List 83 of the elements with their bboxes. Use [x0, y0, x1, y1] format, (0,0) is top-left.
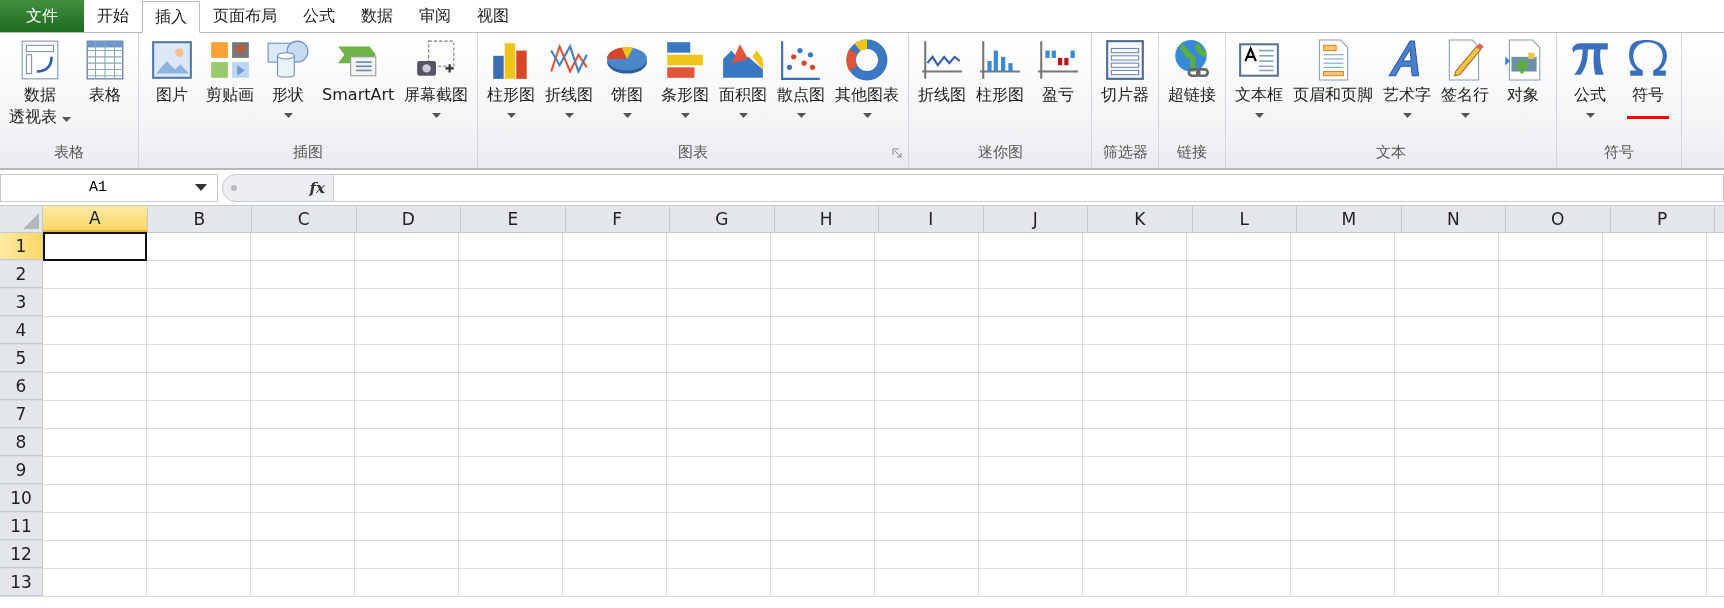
donut-chart-icon: [845, 38, 890, 82]
column-header[interactable]: P: [1610, 206, 1715, 232]
ribbon-button[interactable]: 超链接: [1163, 33, 1222, 143]
group-label: 迷你图: [977, 143, 1023, 162]
dropdown-caret-icon[interactable]: [195, 184, 207, 191]
group-label: 插图: [293, 143, 324, 162]
ribbon-button[interactable]: 对象: [1494, 33, 1553, 143]
ribbon-button[interactable]: 屏幕截图: [399, 33, 474, 143]
ribbon-button[interactable]: 切片器: [1096, 33, 1155, 143]
ribbon-button[interactable]: 文本框: [1230, 33, 1289, 143]
column-sparkline-icon: [978, 38, 1023, 82]
column-header[interactable]: B: [147, 206, 252, 232]
row-header[interactable]: 11: [0, 513, 43, 540]
row-header[interactable]: 7: [0, 401, 43, 428]
ribbon-tab[interactable]: 页面布局: [200, 1, 290, 32]
row-header[interactable]: 9: [0, 457, 43, 484]
group-label: 筛选器: [1102, 143, 1148, 162]
column-header[interactable]: D: [356, 206, 461, 232]
group-label: 表格: [54, 143, 85, 162]
ribbon-button[interactable]: 剪贴画: [201, 33, 260, 143]
ribbon-button[interactable]: 符号: [1619, 33, 1678, 143]
ribbon-button[interactable]: 折线图: [540, 33, 599, 143]
row-header[interactable]: 6: [0, 373, 43, 400]
column-header[interactable]: C: [252, 206, 357, 232]
ribbon-button[interactable]: 图片: [143, 33, 202, 143]
column-header[interactable]: H: [774, 206, 879, 232]
column-header[interactable]: O: [1506, 206, 1611, 232]
ribbon-button[interactable]: 数据 透视表: [4, 33, 77, 143]
column-header[interactable]: I: [879, 206, 984, 232]
ribbon-button[interactable]: 柱形图: [482, 33, 541, 143]
column-header[interactable]: E: [461, 206, 566, 232]
group-label: 文本: [1376, 143, 1407, 162]
row-header[interactable]: 1: [0, 233, 43, 260]
column-header[interactable]: F: [565, 206, 670, 232]
ribbon-button[interactable]: 签名行: [1436, 33, 1495, 143]
row-header[interactable]: 8: [0, 429, 43, 456]
ribbon-button[interactable]: 公式: [1561, 33, 1620, 143]
insert-function-button[interactable]: fx: [309, 178, 325, 197]
sparkline-icon: [920, 38, 965, 82]
ribbon-tab[interactable]: 视图: [464, 1, 522, 32]
ribbon-button[interactable]: SmartArt: [317, 33, 400, 143]
row-header[interactable]: 12: [0, 541, 43, 568]
group-label: 图表: [678, 143, 709, 162]
name-box[interactable]: A1: [0, 173, 218, 202]
row-header[interactable]: 13: [0, 569, 43, 596]
row-header[interactable]: 4: [0, 317, 43, 344]
column-header[interactable]: J: [983, 206, 1088, 232]
column-header[interactable]: K: [1088, 206, 1193, 232]
ribbon-button[interactable]: 形状: [259, 33, 318, 143]
row-header[interactable]: 3: [0, 289, 43, 316]
column-header[interactable]: M: [1297, 206, 1402, 232]
ribbon-button[interactable]: 条形图: [656, 33, 715, 143]
row-header[interactable]: 10: [0, 485, 43, 512]
ribbon-button[interactable]: 柱形图: [971, 33, 1030, 143]
dialog-launcher-icon[interactable]: [892, 148, 903, 158]
ribbon-button[interactable]: 盈亏: [1029, 33, 1088, 143]
ribbon-tab[interactable]: 插入: [142, 1, 200, 33]
ribbon-tab[interactable]: 审阅: [406, 1, 464, 32]
group-label: 符号: [1604, 143, 1635, 162]
ribbon-tab[interactable]: 数据: [348, 1, 406, 32]
active-cell[interactable]: [43, 232, 147, 261]
ribbon-button[interactable]: 表格: [76, 33, 135, 143]
ribbon-tab[interactable]: 开始: [84, 1, 142, 32]
corner-triangle-icon: [23, 213, 39, 229]
ribbon-button[interactable]: 散点图: [772, 33, 831, 143]
column-header[interactable]: A: [43, 206, 148, 232]
ribbon-button[interactable]: 艺术字: [1378, 33, 1437, 143]
ribbon-tab[interactable]: 公式: [290, 1, 348, 32]
row-header[interactable]: 5: [0, 345, 43, 372]
win-loss-sparkline-icon: [1036, 38, 1081, 82]
ribbon-button[interactable]: 折线图: [913, 33, 972, 143]
ribbon-button[interactable]: 面积图: [714, 33, 773, 143]
ribbon-button[interactable]: 饼图: [598, 33, 657, 143]
column-header[interactable]: G: [670, 206, 775, 232]
file-tab[interactable]: 文件: [0, 0, 84, 32]
ribbon-button[interactable]: 其他图表: [830, 33, 905, 143]
ribbon-button[interactable]: 页眉和页脚: [1288, 33, 1379, 143]
group-label: 链接: [1177, 143, 1208, 162]
column-header[interactable]: L: [1192, 206, 1297, 232]
row-header[interactable]: 2: [0, 261, 43, 288]
landscape-picture-icon: [150, 38, 195, 82]
column-header[interactable]: N: [1401, 206, 1506, 232]
formula-input[interactable]: [334, 173, 1724, 202]
